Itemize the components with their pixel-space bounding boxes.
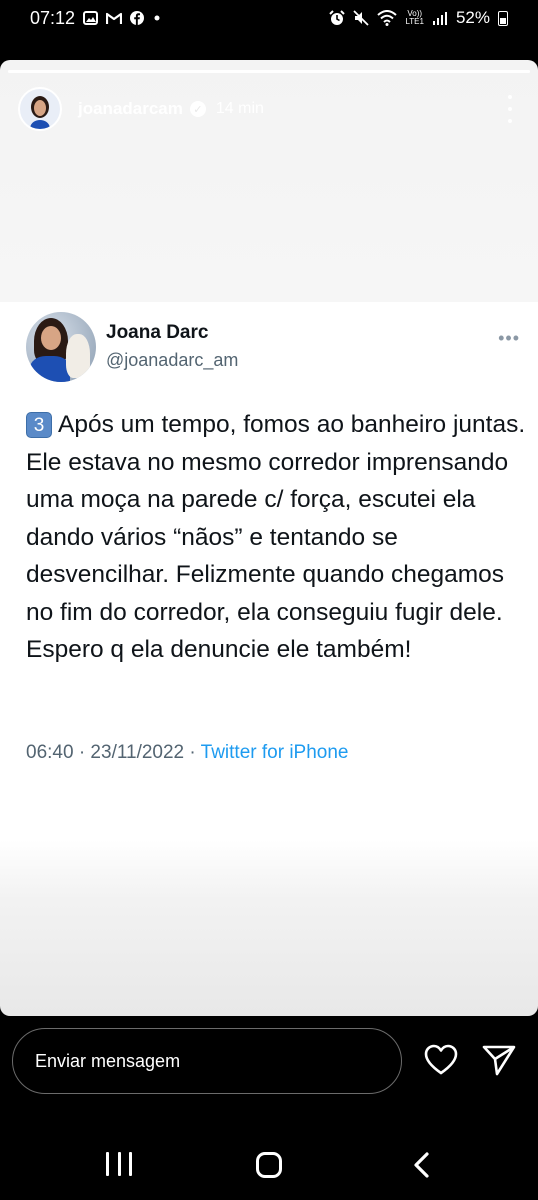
tweet-author-handle: @joanadarc_am [106,350,239,370]
dot-icon [508,119,512,123]
battery-icon [498,10,508,26]
dot-icon [508,95,512,99]
navigation-bar [0,1130,538,1200]
heart-icon[interactable] [424,1044,458,1076]
alarm-icon [329,10,346,25]
tweet-author-name: Joana Darc [106,322,209,343]
volte-bottom-label: LTE1 [405,17,424,26]
avatar-body [30,356,70,382]
dot-icon [508,107,512,111]
tweet-source: Twitter for iPhone [200,742,349,763]
tweet-more-icon: ••• [498,328,520,348]
signal-icon [432,12,447,25]
dot-icon [154,15,160,21]
tweet-text: 3 Após um tempo, fomos ao banheiro juntas… [26,406,526,669]
send-message-input[interactable]: Enviar mensagem [12,1028,402,1094]
avatar-dog [66,334,90,378]
battery-percent: 52% [455,8,490,27]
status-bar-right: Vo)) LTE1 52% [329,8,508,28]
tweet-avatar [26,312,96,382]
send-message-placeholder: Enviar mensagem [35,1050,181,1071]
status-bar: 07:12 Vo)) LTE1 52% [0,0,538,36]
status-bar-left: 07:12 [30,8,162,29]
story-progress-fill [8,70,530,73]
story-viewer[interactable]: joanadarcam ✓ 14 min Joana Darc @joanada… [0,60,538,1016]
recents-icon[interactable] [106,1152,132,1176]
verified-badge-icon: ✓ [189,101,206,117]
story-progress-bar [8,70,530,73]
profile-picture-icon [30,96,50,129]
home-icon[interactable] [256,1152,282,1178]
mute-icon [353,10,370,26]
volte-icon: Vo)) LTE1 [405,10,424,26]
keycap-three-emoji: 3 [26,412,52,438]
tweet-card: Joana Darc @joanadarc_am ••• 3 Após um te… [0,302,538,780]
facebook-icon [130,11,145,25]
avatar-face [41,326,61,350]
story-avatar[interactable] [18,87,62,131]
tweet-timestamp: 06:40 · 23/11/2022 · [26,742,201,763]
back-icon[interactable] [408,1150,438,1180]
gmail-icon [106,12,123,24]
story-username[interactable]: joanadarcam [78,99,183,119]
image-icon [83,11,99,25]
clock: 07:12 [30,7,76,28]
send-icon[interactable] [482,1044,516,1076]
story-header: joanadarcam ✓ 14 min [18,85,520,133]
story-time-ago: 14 min [215,100,264,117]
reply-bar: Enviar mensagem [0,1016,538,1116]
wifi-icon [377,10,398,26]
story-more-options-button[interactable] [504,95,516,123]
tweet-body: Após um tempo, fomos ao banheiro juntas.… [26,411,526,663]
tweet-meta: 06:40 · 23/11/2022 · Twitter for iPhone [26,742,349,764]
